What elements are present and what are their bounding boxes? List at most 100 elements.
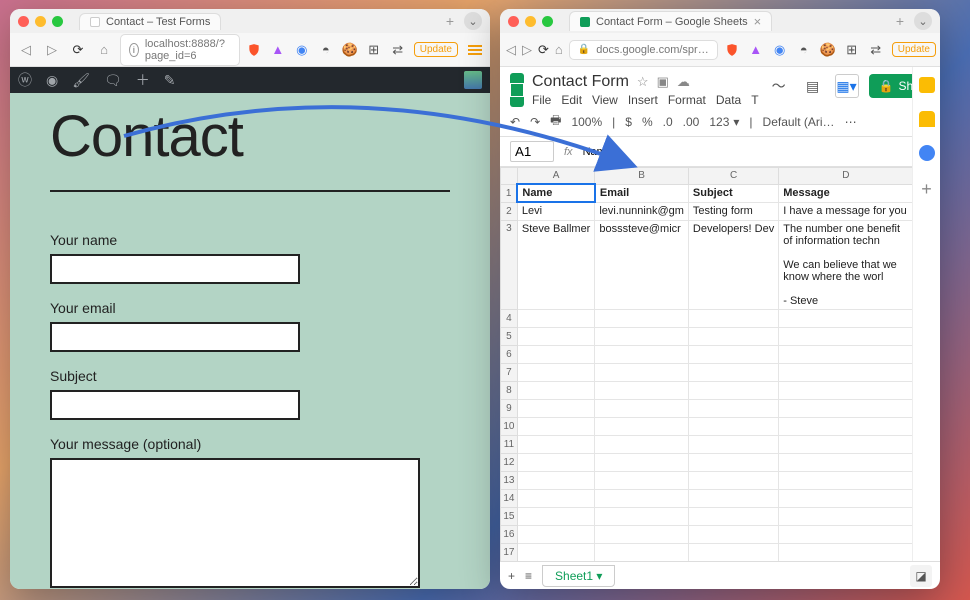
reload-button[interactable]: ⟳ (538, 42, 549, 58)
menu-insert[interactable]: Insert (628, 93, 658, 107)
cell[interactable] (779, 363, 913, 381)
menu-view[interactable]: View (592, 93, 618, 107)
row-header[interactable]: 3 (501, 220, 518, 309)
row-header[interactable]: 9 (501, 399, 518, 417)
row-header[interactable]: 14 (501, 489, 518, 507)
cell[interactable] (595, 543, 689, 561)
cell[interactable] (517, 327, 594, 345)
spreadsheet-grid[interactable]: ABCDE1NameEmailSubjectMessageDa2Levilevi… (500, 167, 940, 561)
menu-edit[interactable]: Edit (561, 93, 582, 107)
puzzle-icon[interactable]: ⊞ (844, 42, 860, 58)
shield-icon[interactable] (246, 42, 262, 58)
cell[interactable]: Name (517, 184, 594, 202)
new-icon[interactable]: ＋ (136, 70, 150, 90)
doc-title[interactable]: Contact Form (532, 73, 629, 91)
cell[interactable] (595, 363, 689, 381)
menu-button[interactable] (466, 43, 484, 57)
home-button[interactable]: ⌂ (555, 42, 563, 57)
cell[interactable] (688, 489, 778, 507)
cell[interactable]: Message (779, 184, 913, 202)
present-icon[interactable]: ▦▾ (835, 74, 859, 98)
update-button[interactable]: Update (892, 42, 936, 57)
explore-button[interactable]: ◪ (910, 565, 932, 587)
new-tab-button[interactable]: + (896, 13, 904, 29)
cell[interactable] (779, 327, 913, 345)
cell[interactable] (688, 363, 778, 381)
dec-decrease[interactable]: .0 (663, 115, 673, 129)
cell[interactable] (595, 471, 689, 489)
email-input[interactable] (50, 322, 300, 352)
cell[interactable] (779, 489, 913, 507)
cell[interactable] (517, 399, 594, 417)
print-button[interactable]: 🖶 (550, 111, 561, 132)
col-header[interactable]: C (688, 168, 778, 185)
maximize-window[interactable] (542, 16, 553, 27)
row-header[interactable]: 6 (501, 345, 518, 363)
extension-icon-2[interactable]: ◓ (318, 42, 334, 58)
cookie-icon[interactable]: 🍪 (820, 42, 836, 58)
cell[interactable] (595, 525, 689, 543)
cell[interactable] (688, 543, 778, 561)
dec-increase[interactable]: .00 (683, 115, 700, 129)
cookie-icon[interactable]: 🍪 (342, 42, 358, 58)
cell[interactable]: levi.nunnink@gm (595, 202, 689, 220)
row-header[interactable]: 15 (501, 507, 518, 525)
cell[interactable] (517, 363, 594, 381)
cloud-icon[interactable]: ☁ (677, 74, 690, 90)
sheet-tab[interactable]: Sheet1 ▾ (542, 565, 615, 587)
cell[interactable] (595, 417, 689, 435)
add-sheet-button[interactable]: + (508, 569, 515, 583)
browser-tab[interactable]: Contact – Test Forms (79, 13, 221, 30)
cell[interactable] (517, 435, 594, 453)
cell[interactable]: Email (595, 184, 689, 202)
cell[interactable] (688, 345, 778, 363)
customize-icon[interactable]: 🖌 (72, 72, 90, 89)
comment-icon[interactable]: ▤ (801, 74, 825, 98)
cell[interactable] (688, 507, 778, 525)
cell[interactable]: Subject (688, 184, 778, 202)
cell[interactable] (595, 435, 689, 453)
keep-icon[interactable] (919, 111, 935, 127)
col-header[interactable]: A (517, 168, 594, 185)
cell[interactable] (595, 453, 689, 471)
cell[interactable] (779, 453, 913, 471)
back-button[interactable]: ◁ (506, 42, 516, 58)
maximize-window[interactable] (52, 16, 63, 27)
star-icon[interactable]: ☆ (637, 74, 649, 90)
cell[interactable] (779, 399, 913, 417)
cell[interactable]: The number one benefit of information te… (779, 220, 913, 309)
lock-icon[interactable]: 🔒 (578, 44, 590, 55)
cell[interactable] (779, 435, 913, 453)
row-header[interactable]: 7 (501, 363, 518, 381)
menu-format[interactable]: Format (668, 93, 706, 107)
row-header[interactable]: 11 (501, 435, 518, 453)
new-tab-button[interactable]: + (446, 13, 454, 29)
cell[interactable] (595, 345, 689, 363)
cell[interactable] (688, 399, 778, 417)
edit-icon[interactable]: ✎ (164, 72, 176, 89)
row-header[interactable]: 4 (501, 309, 518, 327)
menu-data[interactable]: Data (716, 93, 741, 107)
history-icon[interactable]: 〜 (767, 74, 791, 98)
cell[interactable] (595, 489, 689, 507)
subject-input[interactable] (50, 390, 300, 420)
cell[interactable] (688, 309, 778, 327)
row-header[interactable]: 8 (501, 381, 518, 399)
menu-file[interactable]: File (532, 93, 551, 107)
cell[interactable] (779, 507, 913, 525)
cell[interactable] (517, 345, 594, 363)
name-input[interactable] (50, 254, 300, 284)
cell[interactable] (688, 435, 778, 453)
cell[interactable]: bosssteve@micr (595, 220, 689, 309)
sheets-logo-icon[interactable] (510, 73, 524, 107)
comments-icon[interactable]: 🗨 (104, 72, 122, 89)
font-select[interactable]: Default (Ari… (763, 115, 835, 129)
minimize-window[interactable] (35, 16, 46, 27)
wordpress-icon[interactable]: ⓦ (18, 70, 32, 90)
col-header[interactable]: D (779, 168, 913, 185)
sync-icon[interactable]: ⇄ (390, 42, 406, 58)
forward-button[interactable]: ▷ (42, 42, 62, 58)
cell[interactable]: Developers! Dev (688, 220, 778, 309)
percent-button[interactable]: % (642, 115, 653, 129)
row-header[interactable]: 2 (501, 202, 518, 220)
